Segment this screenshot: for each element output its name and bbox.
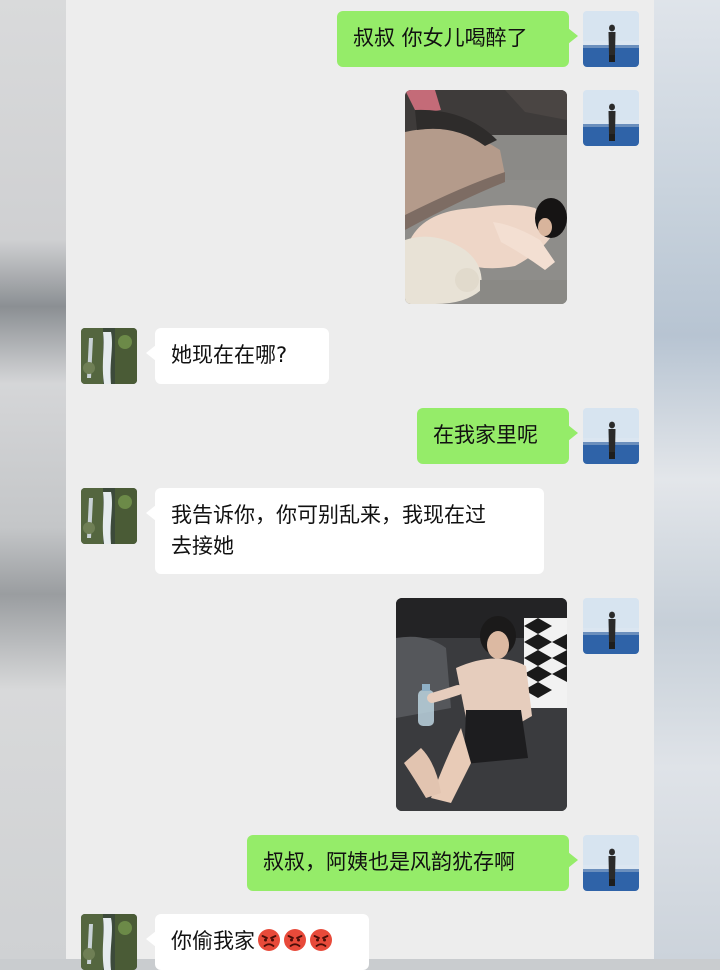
self-avatar[interactable] bbox=[583, 598, 639, 654]
message-text: 在我家里呢 bbox=[433, 423, 538, 447]
message-text: 你偷我家 bbox=[171, 929, 255, 953]
message-text: 叔叔 你女儿喝醉了 bbox=[353, 26, 528, 50]
photo-message[interactable] bbox=[396, 598, 567, 811]
contact-avatar[interactable] bbox=[81, 914, 137, 970]
message-text-line: 我告诉你，你可别乱来，我现在过 bbox=[171, 503, 486, 527]
message-bubble-outgoing[interactable]: 在我家里呢 bbox=[417, 408, 578, 464]
chat-area[interactable]: 叔叔 你女儿喝醉了 她现在在哪? 在我家里呢 我告诉你，你可别乱来，我现在过 去… bbox=[66, 0, 654, 970]
message-text: 叔叔，阿姨也是风韵犹存啊 bbox=[263, 850, 515, 874]
message-bubble-incoming[interactable]: 她现在在哪? bbox=[146, 328, 329, 384]
self-avatar[interactable] bbox=[583, 11, 639, 67]
self-avatar[interactable] bbox=[583, 835, 639, 891]
message-bubble-incoming[interactable]: 你偷我家 bbox=[146, 914, 369, 970]
message-text-line: 去接她 bbox=[171, 534, 234, 558]
message-text: 她现在在哪? bbox=[171, 343, 288, 367]
self-avatar[interactable] bbox=[583, 408, 639, 464]
blurred-right-band bbox=[654, 0, 720, 959]
message-bubble-outgoing[interactable]: 叔叔 你女儿喝醉了 bbox=[337, 11, 578, 67]
angry-face-icon bbox=[283, 928, 307, 952]
angry-face-icon bbox=[257, 928, 281, 952]
message-bubble-incoming[interactable]: 我告诉你，你可别乱来，我现在过 去接她 bbox=[146, 488, 544, 574]
contact-avatar[interactable] bbox=[81, 488, 137, 544]
self-avatar[interactable] bbox=[583, 90, 639, 146]
photo-message[interactable] bbox=[405, 90, 567, 304]
contact-avatar[interactable] bbox=[81, 328, 137, 384]
message-bubble-outgoing[interactable]: 叔叔，阿姨也是风韵犹存啊 bbox=[247, 835, 578, 891]
angry-face-icon bbox=[309, 928, 333, 952]
blurred-left-band bbox=[0, 0, 66, 959]
